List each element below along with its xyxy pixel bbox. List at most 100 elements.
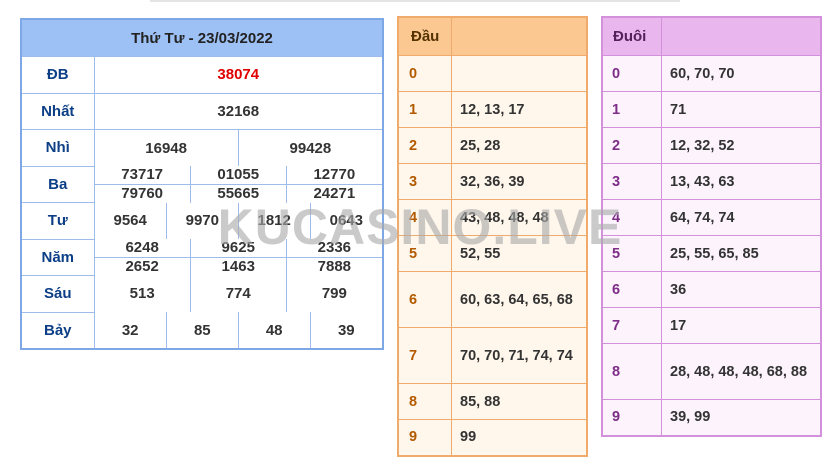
- prize-number: 12770: [285, 166, 382, 185]
- tails-row: 3 13, 43, 63: [602, 163, 821, 200]
- head-digit: 4: [398, 199, 452, 236]
- tail-digit: 2: [602, 127, 662, 164]
- prize-number: 24271: [285, 183, 382, 203]
- prize-name: Nhì: [20, 129, 95, 167]
- heads-row: 2 25, 28: [398, 127, 587, 164]
- tail-values: 28, 48, 48, 48, 68, 88: [661, 343, 821, 400]
- head-digit: 7: [398, 327, 452, 384]
- head-values: 70, 70, 71, 74, 74: [451, 327, 587, 384]
- tail-digit: 0: [602, 55, 662, 92]
- prize-name: Bảy: [20, 311, 95, 350]
- prize-number: 9564: [94, 202, 167, 239]
- tail-digit: 5: [602, 235, 662, 272]
- prize-number: 6248: [94, 239, 191, 258]
- tails-row: 4 64, 74, 74: [602, 199, 821, 236]
- prize-name: ĐB: [20, 56, 95, 94]
- head-values: 12, 13, 17: [451, 91, 587, 128]
- heads-table: Đầu 0 1 12, 13, 17 2 25, 28 3 32, 36, 39 44…: [397, 16, 588, 457]
- prize-row-special: ĐB 38074: [20, 56, 384, 94]
- head-values: 43, 48, 48, 48: [451, 199, 587, 236]
- prize-number: 2336: [285, 239, 382, 258]
- prize-number: 1812: [237, 202, 311, 239]
- prize-name: Ba: [20, 165, 95, 203]
- prize-row-first: Nhất 32168: [20, 92, 384, 130]
- prize-row-second: Nhì 16948 99428: [20, 129, 383, 167]
- prize-number: 774: [189, 275, 287, 312]
- heads-header-value: [451, 17, 587, 56]
- tail-digit: 9: [602, 399, 662, 436]
- tail-digit: 7: [602, 307, 662, 344]
- head-digit: 0: [398, 55, 452, 92]
- head-values: 52, 55: [451, 235, 587, 272]
- head-digit: 1: [398, 91, 452, 128]
- tail-values: 39, 99: [661, 399, 821, 436]
- lottery-results-table: Thứ Tư - 23/03/2022 ĐB 38074 Nhất 32168 …: [20, 18, 384, 350]
- tails-row: 5 25, 55, 65, 85: [602, 235, 821, 272]
- tail-digit: 1: [602, 91, 662, 128]
- tails-row: 0 60, 70, 70: [602, 55, 821, 92]
- prize-number: 9625: [189, 239, 287, 258]
- tails-row: 7 17: [602, 307, 821, 344]
- head-digit: 8: [398, 383, 452, 420]
- prize-number: 7888: [285, 256, 382, 276]
- head-values: [451, 55, 587, 92]
- prize-name: Nhất: [20, 92, 95, 130]
- head-digit: 5: [398, 235, 452, 272]
- prize-number: 01055: [189, 166, 287, 185]
- prize-row-seventh: Bảy 32 85 48 39: [20, 311, 383, 350]
- tails-row: 2 12, 32, 52: [602, 127, 821, 164]
- prize-number: 9970: [165, 202, 239, 239]
- tails-header: Đuôi: [602, 17, 662, 56]
- tail-values: 13, 43, 63: [661, 163, 821, 200]
- prize-number: 16948: [94, 130, 239, 166]
- prize-number: 0643: [309, 202, 382, 239]
- prize-number: 2652: [94, 256, 191, 276]
- prize-number: 513: [94, 275, 191, 312]
- heads-row: 4 43, 48, 48, 48: [398, 199, 587, 236]
- prize-name: Sáu: [20, 275, 95, 313]
- heads-row: 1 12, 13, 17: [398, 91, 587, 128]
- head-values: 25, 28: [451, 127, 587, 164]
- head-digit: 6: [398, 271, 452, 328]
- head-digit: 9: [398, 419, 452, 456]
- tail-values: 64, 74, 74: [661, 199, 821, 236]
- head-values: 99: [451, 419, 587, 456]
- tails-table: Đuôi 0 60, 70, 70 1 71 2 12, 32, 52 3 13, 43…: [601, 16, 822, 437]
- head-digit: 2: [398, 127, 452, 164]
- tails-header-value: [661, 17, 821, 56]
- heads-row: 3 32, 36, 39: [398, 163, 587, 200]
- heads-row: 5 52, 55: [398, 235, 587, 272]
- prize-number: 1463: [189, 256, 287, 276]
- tail-digit: 4: [602, 199, 662, 236]
- tails-row: 9 39, 99: [602, 399, 821, 436]
- prize-number: 32168: [93, 92, 384, 130]
- tail-digit: 6: [602, 271, 662, 308]
- prize-row-third: Ba 73717 01055 12770 79760 55665 24271: [20, 165, 383, 203]
- heads-row: 0: [398, 55, 587, 92]
- heads-header: Đầu: [398, 17, 452, 56]
- head-values: 85, 88: [451, 383, 587, 420]
- head-digit: 3: [398, 163, 452, 200]
- tail-values: 17: [661, 307, 821, 344]
- prize-name: Tư: [20, 202, 95, 240]
- tail-values: 25, 55, 65, 85: [661, 235, 821, 272]
- prize-number: 32: [94, 312, 167, 348]
- prize-number: 39: [309, 312, 382, 348]
- prize-row-fifth: Năm 6248 9625 2336 2652 1463 7888: [20, 238, 383, 276]
- tail-values: 36: [661, 271, 821, 308]
- tail-values: 71: [661, 91, 821, 128]
- head-values: 60, 63, 64, 65, 68: [451, 271, 587, 328]
- prize-number: 79760: [94, 183, 191, 203]
- heads-row: 6 60, 63, 64, 65, 68: [398, 271, 587, 328]
- tail-digit: 8: [602, 343, 662, 400]
- heads-row: 8 85, 88: [398, 383, 587, 420]
- tails-row: 8 28, 48, 48, 48, 68, 88: [602, 343, 821, 400]
- tails-row: 1 71: [602, 91, 821, 128]
- heads-row: 7 70, 70, 71, 74, 74: [398, 327, 587, 384]
- prize-row-sixth: Sáu 513 774 799: [20, 275, 383, 313]
- results-date-title: Thứ Tư - 23/03/2022: [20, 18, 384, 57]
- prize-number: 799: [285, 275, 382, 312]
- top-divider: [150, 0, 680, 2]
- heads-row: 9 99: [398, 419, 587, 456]
- special-prize-number: 38074: [93, 56, 384, 94]
